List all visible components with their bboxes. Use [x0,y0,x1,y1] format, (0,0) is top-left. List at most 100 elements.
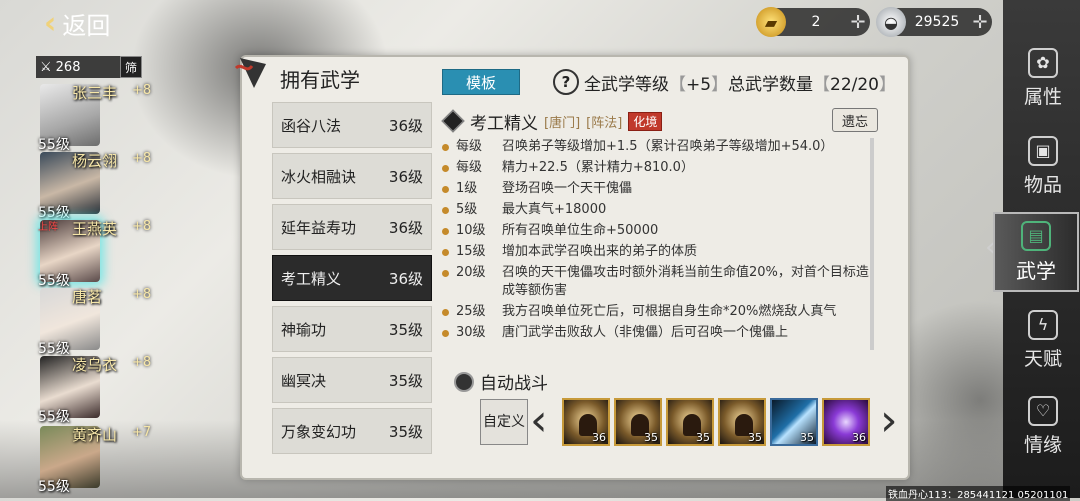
skill-item[interactable]: 函谷八法 36级 [272,102,432,148]
detail-skill-name: 考工精义 [470,113,538,134]
skill-name: 万象变幻功 [281,422,357,441]
tab-martial-arts[interactable]: ▤ 武学 [993,212,1079,292]
server-id-text: 铁血丹心113：285441121 05201101 [886,486,1071,501]
skill-item-selected[interactable]: 考工精义 36级 [272,255,432,301]
filter-button[interactable]: 筛 [120,56,142,78]
relationship-icon: ♡ [1028,395,1058,426]
skill-item[interactable]: 神瑜功 35级 [272,306,432,352]
hero-plus: +8 [132,151,152,166]
skill-name: 考工精义 [281,269,342,288]
effect-row: 1级 登场召唤一个天干傀儡 [442,180,872,198]
forget-button[interactable]: 遗忘 [832,108,878,132]
auto-battle-slots: 36 35 35 35 35 36 [562,398,870,446]
skill-level: 36级 [388,218,423,237]
tab-relationship[interactable]: ♡ 情缘 [1011,386,1075,466]
effect-level: 20级 [456,265,486,280]
effect-row: 20级 召唤的天干傀儡攻击时额外消耗当前生命值20%，对首个目标造成等额伤害 [442,264,872,300]
effect-text: 召唤的天干傀儡攻击时额外消耗当前生命值20%，对首个目标造成等额伤害 [502,265,869,298]
hero-name: 黄齐山 [72,426,118,444]
hero-card[interactable]: 张三丰 +8 55级 [36,80,151,153]
effect-text: 最大真气+18000 [502,202,607,217]
total-count-stat: 总武学数量【22/20】 [728,75,896,95]
hero-name: 王燕英 [72,220,118,238]
template-button[interactable]: 模板 [442,69,520,95]
skill-item[interactable]: 冰火相融诀 36级 [272,153,432,199]
effect-row: 每级 召唤弟子等级增加+1.5（累计召唤弟子等级增加+54.0） [442,138,872,156]
tab-label: 天赋 [1023,347,1062,370]
tab-label: 武学 [1016,258,1056,283]
martial-emblem-icon [234,58,266,88]
effect-level: 1级 [456,181,478,196]
hero-roster: ⚔ 268 筛 张三丰 +8 55级 杨云翎 +8 55级 上阵 王燕英 +8 … [36,52,156,498]
slot-level: 35 [696,431,710,444]
tab-talent[interactable]: ϟ 天赋 [1011,300,1075,380]
martial-arts-icon: ▤ [1021,220,1051,251]
skill-slot[interactable]: 35 [718,398,766,446]
auto-battle-header: 自动战斗 [454,369,548,394]
skill-diamond-icon [441,109,465,133]
back-arrow-icon: ‹ [44,5,57,41]
slot-level: 36 [852,431,866,444]
effects-scrollbar[interactable] [870,138,874,350]
effect-level: 30级 [456,325,486,340]
effect-text: 精力+22.5（累计精力+810.0） [502,160,694,175]
tab-label: 物品 [1023,173,1062,196]
effect-level: 每级 [456,139,483,154]
hero-card[interactable]: 黄齐山 +7 55级 [36,422,151,495]
power-value: 268 [55,59,81,75]
effect-level: 10级 [456,223,486,238]
skill-slot[interactable]: 35 [614,398,662,446]
skill-name: 幽冥决 [281,371,327,390]
power-icon: ⚔ [40,59,52,75]
skill-level: 35级 [388,320,423,339]
custom-button[interactable]: 自定义 [480,399,528,445]
silver-amount: 29525 [914,14,960,30]
effect-text: 我方召唤单位死亡后，可根据自身生命*20%燃烧敌人真气 [502,304,837,319]
tab-attributes[interactable]: ✿ 属性 [1011,38,1075,118]
hero-card[interactable]: 杨云翎 +8 55级 [36,148,152,221]
add-gold-button[interactable]: ✛ [846,12,870,33]
hero-level: 55级 [38,479,70,495]
help-icon[interactable]: ? [553,69,579,95]
hero-card[interactable]: 唐茗 +8 55级 [36,284,151,357]
total-level-value: +5 [686,75,712,95]
skill-level: 36级 [388,116,423,135]
skill-slot[interactable]: 35 [666,398,714,446]
chevron-left-icon[interactable]: ‹ [530,398,548,444]
total-count-value: 22/20 [830,75,879,95]
effect-text: 所有召唤单位生命+50000 [502,223,659,238]
slot-level: 35 [800,431,814,444]
effects-list[interactable]: 每级 召唤弟子等级增加+1.5（累计召唤弟子等级增加+54.0） 每级精力+22.… [442,138,872,354]
skill-name: 神瑜功 [281,320,327,339]
skill-name: 函谷八法 [281,116,342,135]
detail-type: [阵法] [586,115,623,131]
total-count-label: 总武学数量 [728,75,813,95]
skill-slot[interactable]: 36 [562,398,610,446]
back-button[interactable]: ‹ 返回 [44,4,140,42]
skill-level: 35级 [388,422,423,441]
skill-level: 35级 [388,371,423,390]
tab-label: 属性 [1023,85,1062,108]
chevron-right-icon[interactable]: › [880,398,898,444]
add-silver-button[interactable]: ✛ [968,12,992,33]
hero-plus: +8 [132,355,152,370]
gold-currency: ▰ 2 ✛ [756,7,870,37]
effect-row: 15级 增加本武学召唤出来的弟子的体质 [442,243,872,261]
effect-row: 5级 最大真气+18000 [442,201,872,219]
skill-list: 函谷八法 36级 冰火相融诀 36级 延年益寿功 36级 考工精义 36级 神瑜功 35级… [264,100,436,454]
items-icon: ▣ [1028,135,1058,166]
hero-card[interactable]: 凌乌衣 +8 55级 [36,352,152,425]
skill-item[interactable]: 幽冥决 35级 [272,357,432,403]
skill-item[interactable]: 延年益寿功 36级 [272,204,432,250]
effect-text: 增加本武学召唤出来的弟子的体质 [502,244,698,259]
skill-slot[interactable]: 36 [822,398,870,446]
deployed-tag: 上阵 [38,222,58,233]
skill-item[interactable]: 万象变幻功 35级 [272,408,432,454]
gold-amount: 2 [811,14,821,30]
effect-level: 5级 [456,202,478,217]
skill-slot[interactable]: 35 [770,398,818,446]
total-level-stat: 全武学等级【+5】 [584,75,729,95]
talent-icon: ϟ [1028,309,1058,340]
hero-card[interactable]: 上阵 王燕英 +8 55级 [36,216,151,289]
tab-items[interactable]: ▣ 物品 [1011,126,1075,206]
